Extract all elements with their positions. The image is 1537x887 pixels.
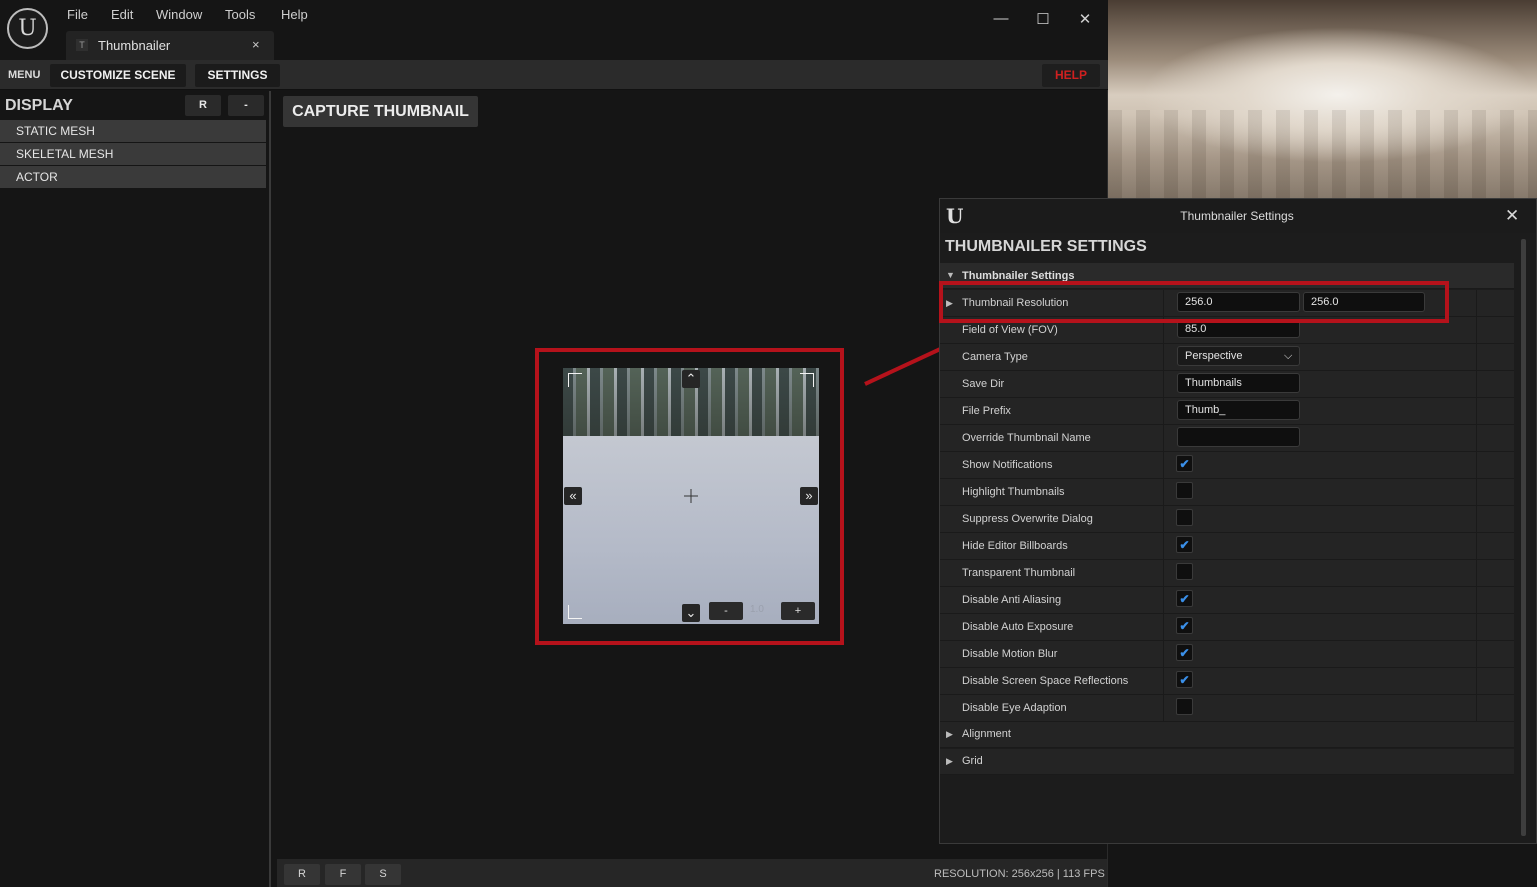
maximize-icon[interactable]: ☐ (1031, 10, 1055, 30)
hide-editor-billboards-label: Hide Editor Billboards (962, 540, 1068, 552)
settings-header: THUMBNAILER SETTINGS (945, 238, 1147, 255)
list-item-static-mesh[interactable]: STATIC MESH (0, 120, 266, 142)
expand-right-icon: ▶ (946, 729, 953, 739)
grid-label: Grid (962, 755, 983, 767)
preview-floor (563, 436, 819, 624)
disable-screen-space-reflections-label: Disable Screen Space Reflections (962, 675, 1129, 687)
display-title: DISPLAY (5, 97, 73, 114)
checkmark-icon: ✔ (1179, 673, 1190, 687)
tab-label: Thumbnailer (98, 38, 171, 53)
show-notifications-checkbox[interactable]: ✔ (1176, 455, 1193, 472)
show-notifications-label: Show Notifications (962, 459, 1053, 471)
alignment-label: Alignment (962, 728, 1011, 740)
disable-motion-blur-checkbox[interactable]: ✔ (1176, 644, 1193, 661)
menu-label[interactable]: MENU (8, 69, 40, 81)
suppress-overwrite-dialog-checkbox[interactable] (1176, 509, 1193, 526)
highlight-thumbnails-checkbox[interactable] (1176, 482, 1193, 499)
pan-right-icon[interactable]: » (800, 487, 818, 505)
menu-window[interactable]: Window (156, 7, 202, 23)
pan-left-icon[interactable]: « (564, 487, 582, 505)
crosshair-icon (684, 489, 698, 503)
unreal-logo-icon[interactable]: U (7, 8, 48, 49)
transparent-thumbnail-checkbox[interactable] (1176, 563, 1193, 580)
checkmark-icon: ✔ (1179, 592, 1190, 606)
override-name-field[interactable] (1177, 427, 1300, 447)
column-divider-right (1476, 290, 1477, 722)
settings-window-title: Thumbnailer Settings (1180, 209, 1294, 223)
resolution-highlight-frame (939, 281, 1449, 323)
menu-edit[interactable]: Edit (111, 7, 133, 23)
list-item-skeletal-mesh[interactable]: SKELETAL MESH (0, 143, 266, 165)
corner-top-left (568, 373, 582, 387)
suppress-overwrite-dialog-label: Suppress Overwrite Dialog (962, 513, 1093, 525)
bottom-r-button[interactable]: R (284, 864, 320, 885)
checkmark-icon: ✔ (1179, 646, 1190, 660)
camera-type-value: Perspective (1185, 350, 1243, 362)
menu-file[interactable]: File (67, 7, 88, 23)
disable-auto-exposure-label: Disable Auto Exposure (962, 621, 1074, 633)
disable-anti-aliasing-label: Disable Anti Aliasing (962, 594, 1062, 606)
checkmark-icon: ✔ (1179, 457, 1190, 471)
display-reset-button[interactable]: R (185, 95, 221, 116)
thumbnail-preview[interactable]: ⌃ « » ⌄ - 1.0 + (563, 368, 819, 624)
display-collapse-button[interactable]: - (228, 95, 264, 116)
zoom-out-button[interactable]: - (709, 602, 743, 620)
corner-bottom-left (568, 605, 582, 619)
zoom-in-button[interactable]: + (781, 602, 815, 620)
zoom-value: 1.0 (750, 604, 764, 615)
checkmark-icon: ✔ (1179, 538, 1190, 552)
column-divider[interactable] (1163, 290, 1164, 722)
disable-eye-adaption-label: Disable Eye Adaption (962, 702, 1067, 714)
save-dir-label: Save Dir (962, 378, 1005, 390)
capture-thumbnail-button[interactable]: CAPTURE THUMBNAIL (283, 96, 478, 127)
menu-help[interactable]: Help (281, 7, 308, 23)
list-item-actor[interactable]: ACTOR (0, 166, 266, 188)
settings-button[interactable]: SETTINGS (195, 64, 280, 87)
chevron-down-icon: ⌵ (1284, 350, 1293, 362)
hide-editor-billboards-checkbox[interactable]: ✔ (1176, 536, 1193, 553)
pan-down-icon[interactable]: ⌄ (682, 604, 700, 622)
close-icon[interactable]: ✕ (1073, 10, 1097, 30)
override-name-label: Override Thumbnail Name (962, 432, 1091, 444)
menu-tools[interactable]: Tools (225, 7, 255, 23)
disable-auto-exposure-checkbox[interactable]: ✔ (1176, 617, 1193, 634)
bottom-s-button[interactable]: S (365, 864, 401, 885)
category-grid[interactable]: ▶ Grid (940, 749, 1514, 775)
pan-up-icon[interactable]: ⌃ (682, 370, 700, 388)
panel-splitter[interactable] (269, 91, 271, 887)
help-button[interactable]: HELP (1042, 64, 1100, 87)
disable-screen-space-reflections-checkbox[interactable]: ✔ (1176, 671, 1193, 688)
expand-right-icon: ▶ (946, 756, 953, 766)
bottom-f-button[interactable]: F (325, 864, 361, 885)
settings-close-icon[interactable]: ✕ (1505, 206, 1519, 226)
camera-type-label: Camera Type (962, 351, 1028, 363)
unreal-small-logo-icon: U (946, 204, 964, 228)
camera-type-dropdown[interactable]: Perspective ⌵ (1177, 346, 1300, 366)
customize-scene-button[interactable]: CUSTOMIZE SCENE (50, 64, 186, 87)
tab-close-icon[interactable]: × (252, 37, 260, 52)
transparent-thumbnail-label: Transparent Thumbnail (962, 567, 1076, 579)
minimize-icon[interactable]: — (989, 10, 1013, 30)
disable-anti-aliasing-checkbox[interactable]: ✔ (1176, 590, 1193, 607)
checkmark-icon: ✔ (1179, 619, 1190, 633)
save-dir-field[interactable]: Thumbnails (1177, 373, 1300, 393)
highlight-thumbnails-label: Highlight Thumbnails (962, 486, 1065, 498)
file-prefix-field[interactable]: Thumb_ (1177, 400, 1300, 420)
category-alignment[interactable]: ▶ Alignment (940, 722, 1514, 748)
display-panel (0, 91, 268, 887)
fov-label: Field of View (FOV) (962, 324, 1058, 336)
disable-motion-blur-label: Disable Motion Blur (962, 648, 1058, 660)
corner-top-right (800, 373, 814, 387)
expand-down-icon: ▼ (946, 270, 955, 280)
file-prefix-label: File Prefix (962, 405, 1011, 417)
resolution-status: RESOLUTION: 256x256 | 113 FPS (934, 868, 1105, 880)
tab-document-icon: T (76, 39, 88, 51)
settings-scrollbar[interactable] (1521, 239, 1526, 836)
background-floor-pattern (1108, 110, 1537, 198)
disable-eye-adaption-checkbox[interactable] (1176, 698, 1193, 715)
